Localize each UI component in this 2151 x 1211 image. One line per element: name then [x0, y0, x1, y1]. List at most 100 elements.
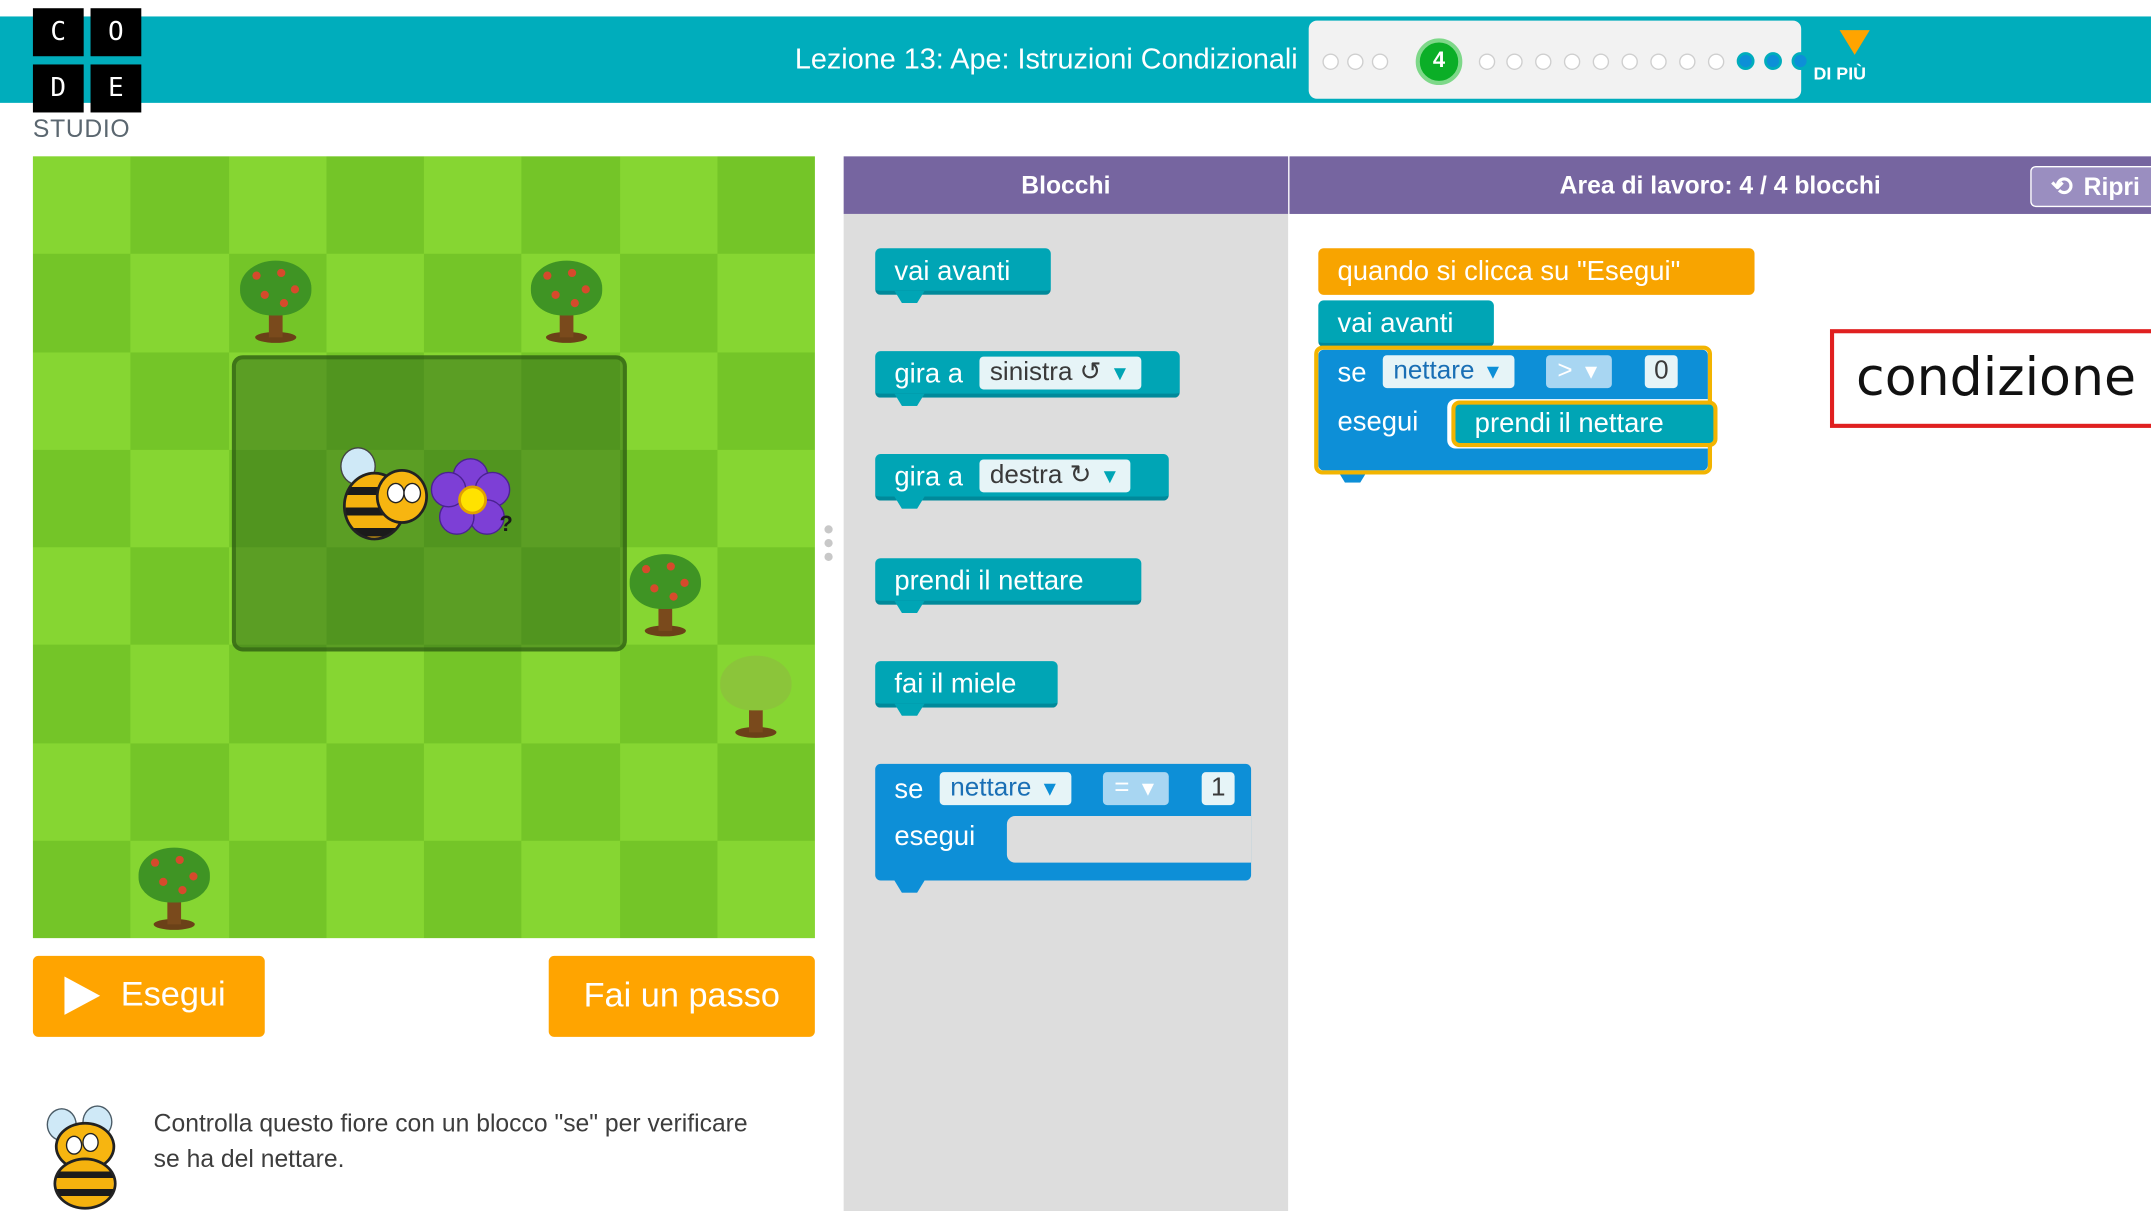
maze-cell [619, 742, 718, 841]
berry [551, 290, 560, 299]
maze-cell [423, 840, 522, 939]
flower-icon: ? [425, 447, 521, 543]
maze-cell [717, 742, 815, 841]
block-label: quando si clicca su "Esegui" [1337, 256, 1681, 287]
splitter-grip-dot[interactable] [824, 525, 833, 534]
more-menu[interactable]: DI PIÙ [1814, 30, 1888, 84]
level-dot[interactable] [1535, 53, 1552, 70]
maze-cell [32, 254, 131, 352]
statement-slot [1006, 816, 1252, 863]
variable-dropdown[interactable]: nettare ▼ [939, 771, 1071, 805]
dropdown-value: sinistra ↺ [989, 357, 1102, 387]
maze-cell [32, 840, 131, 939]
level-dot[interactable] [1791, 52, 1810, 70]
block-label: gira a [894, 462, 964, 493]
tree-icon [236, 260, 316, 346]
level-dot[interactable] [1592, 53, 1610, 70]
berry [277, 268, 286, 278]
maze-cell [130, 351, 229, 450]
logo-tile: D [32, 64, 84, 113]
event-when-run-block[interactable]: quando si clicca su "Esegui" [1318, 248, 1755, 295]
level-dot[interactable] [1679, 53, 1696, 70]
level-dot[interactable] [1347, 53, 1364, 70]
workspace-header: Area di lavoro: 4 / 4 blocchi [1289, 156, 2151, 214]
dropdown-value: nettare [950, 773, 1032, 802]
bush-icon [716, 655, 796, 741]
tree-icon [134, 847, 214, 933]
splitter-grip-dot[interactable] [824, 538, 833, 548]
maze-cell [717, 840, 815, 939]
program-move-forward[interactable]: vai avanti [1318, 300, 1494, 347]
maze-cell [521, 156, 620, 255]
maze-cell [228, 156, 327, 255]
dropdown-arrow-icon: ▼ [1099, 464, 1121, 488]
code-studio-logo[interactable]: C O D E STUDIO [32, 8, 143, 143]
maze-cell [423, 644, 522, 743]
lesson-title[interactable]: Lezione 13: Ape: Istruzioni Condizionali [590, 43, 1298, 79]
level-dot[interactable] [1650, 53, 1667, 70]
block-turn-left[interactable]: gira a sinistra ↺ ▼ [875, 351, 1180, 406]
bee-avatar-icon [41, 1105, 123, 1210]
eye [403, 482, 422, 504]
maze-cell [326, 644, 424, 743]
block-get-nectar[interactable]: prendi il nettare [875, 558, 1142, 614]
step-button[interactable]: Fai un passo [548, 955, 815, 1037]
berry [159, 877, 168, 886]
berry [642, 565, 651, 574]
block-make-honey[interactable]: fai il miele [875, 661, 1058, 716]
bee-head [375, 469, 429, 524]
eye [82, 1132, 99, 1153]
level-dot[interactable] [1563, 53, 1581, 70]
block-move-forward[interactable]: vai avanti [875, 248, 1051, 304]
app-stage: C O D E STUDIO Lezione 13: Ape: Istruzio… [0, 0, 2151, 1211]
current-level-dot[interactable]: 4 [1415, 38, 1463, 86]
level-dot[interactable] [1621, 53, 1638, 70]
unknown-marker: ? [499, 512, 513, 537]
maze-cell [130, 742, 229, 841]
berry [666, 562, 675, 571]
condition-callout: condizione [1829, 329, 2151, 428]
berry [680, 578, 689, 588]
level-dot[interactable] [1707, 53, 1725, 70]
play-icon [64, 976, 101, 1015]
maze-cell [32, 156, 131, 255]
level-dot[interactable] [1478, 53, 1496, 70]
berry [279, 298, 289, 308]
level-dot[interactable] [1764, 52, 1782, 70]
maze-cell [130, 156, 229, 255]
dropdown-arrow-icon: ▼ [1039, 777, 1060, 801]
berry [650, 584, 659, 593]
berry [178, 885, 187, 895]
direction-dropdown[interactable]: destra ↻ ▼ [978, 459, 1132, 492]
value-input[interactable]: 1 [1201, 771, 1236, 805]
maze-cell [130, 547, 229, 645]
tree-crown [629, 554, 701, 609]
program-get-nectar[interactable]: prendi il nettare [1451, 400, 1718, 448]
maze-cell [619, 840, 718, 939]
block-label: prendi il nettare [894, 566, 1084, 597]
berry [189, 872, 198, 881]
level-dot[interactable] [1736, 52, 1755, 70]
logo-subtitle: STUDIO [32, 115, 131, 143]
splitter-grip-dot[interactable] [824, 552, 833, 561]
more-label: DI PIÙ [1813, 63, 1867, 84]
operator-dropdown[interactable]: = ▼ [1103, 771, 1170, 805]
maze-cell [32, 351, 131, 450]
berry [175, 855, 184, 865]
direction-dropdown[interactable]: sinistra ↺ ▼ [978, 356, 1142, 390]
berry [570, 298, 579, 308]
run-button[interactable]: Esegui [32, 955, 265, 1037]
block-if[interactable]: se nettare ▼ = ▼ 1 esegui [875, 763, 1252, 893]
maze-cell [326, 254, 424, 352]
level-dot[interactable] [1506, 53, 1523, 70]
logo-tile: O [90, 8, 142, 57]
maze-cell [326, 742, 424, 841]
block-label: prendi il nettare [1474, 408, 1664, 439]
level-dot[interactable] [1371, 53, 1389, 70]
level-dot[interactable] [1322, 53, 1339, 70]
reset-button[interactable]: ⟲ Ripri [2030, 165, 2151, 208]
berry [290, 285, 300, 294]
tree-icon [527, 260, 607, 346]
maze-cell [423, 156, 522, 255]
block-turn-right[interactable]: gira a destra ↻ ▼ [875, 453, 1169, 509]
